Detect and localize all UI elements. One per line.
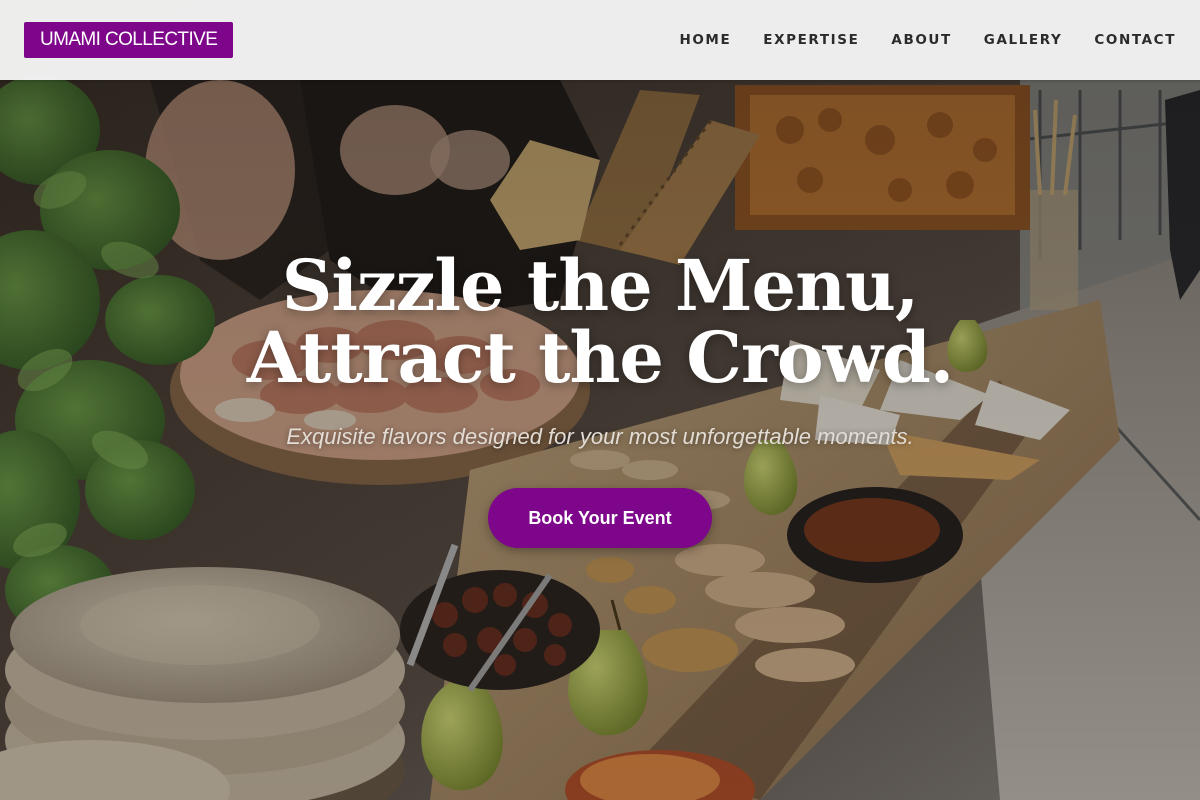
nav-link-contact[interactable]: CONTACT	[1094, 32, 1176, 48]
hero-headline: Sizzle the Menu, Attract the Crowd.	[246, 244, 954, 399]
book-event-button[interactable]: Book Your Event	[488, 488, 712, 548]
hero-subheadline: Exquisite flavors designed for your most…	[286, 424, 914, 449]
nav-item-gallery: GALLERY	[984, 31, 1063, 49]
nav-link-home[interactable]: HOME	[679, 32, 731, 48]
nav-link-expertise[interactable]: EXPERTISE	[763, 32, 859, 48]
nav-item-contact: CONTACT	[1094, 31, 1176, 49]
hero-content: Sizzle the Menu, Attract the Crowd. Exqu…	[0, 250, 1200, 548]
hero-section: Sizzle the Menu, Attract the Crowd. Exqu…	[0, 0, 1200, 800]
main-nav: HOME EXPERTISE ABOUT GALLERY CONTACT	[679, 0, 1176, 80]
nav-item-home: HOME	[679, 31, 731, 49]
nav-link-about[interactable]: ABOUT	[891, 32, 951, 48]
nav-link-gallery[interactable]: GALLERY	[984, 32, 1063, 48]
top-navbar: UMAMI COLLECTIVE HOME EXPERTISE ABOUT GA…	[0, 0, 1200, 80]
brand-logo[interactable]: UMAMI COLLECTIVE	[24, 22, 234, 58]
nav-item-about: ABOUT	[891, 31, 951, 49]
nav-item-expertise: EXPERTISE	[763, 31, 859, 49]
